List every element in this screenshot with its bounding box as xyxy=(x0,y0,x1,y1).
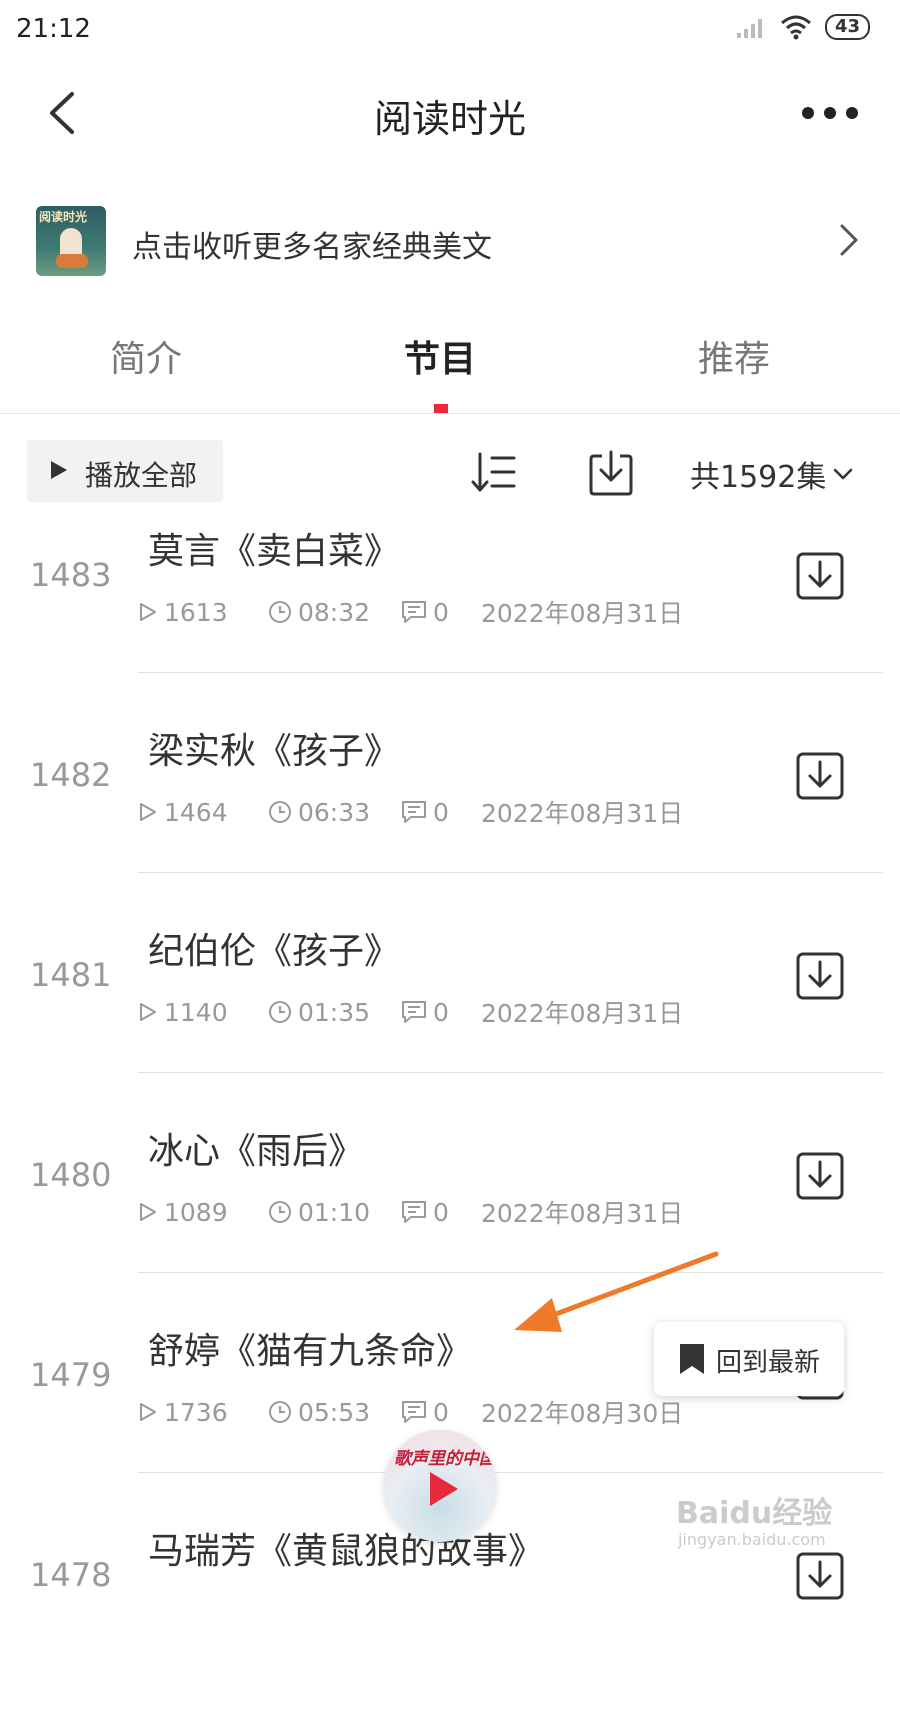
watermark-url: jingyan.baidu.com xyxy=(678,1530,826,1549)
tab-recommend[interactable]: 推荐 xyxy=(634,330,834,382)
episode-row[interactable]: 1481 纪伯伦《孩子》 1140 01:35 0 2022年08月31日 xyxy=(0,910,900,1110)
sort-icon[interactable] xyxy=(468,448,520,496)
play-count-icon xyxy=(140,1203,156,1221)
download-icon[interactable] xyxy=(796,752,844,800)
episode-index: 1482 xyxy=(30,756,112,794)
mini-player[interactable]: 歌声里的中国 xyxy=(384,1430,496,1542)
episode-index: 1479 xyxy=(30,1356,112,1394)
publish-date: 2022年08月31日 xyxy=(481,1199,684,1228)
episode-meta: 1140 01:35 0 2022年08月31日 xyxy=(138,994,683,1030)
publish-date: 2022年08月30日 xyxy=(481,1399,684,1428)
episode-meta: 1089 01:10 0 2022年08月31日 xyxy=(138,1194,683,1230)
status-time: 21:12 xyxy=(16,14,91,44)
mini-player-caption: 歌声里的中国 xyxy=(394,1449,496,1469)
clock-icon xyxy=(269,1401,291,1423)
episode-title[interactable]: 马瑞芳《黄鼠狼的故事》 xyxy=(148,1522,544,1574)
status-icons: 43 xyxy=(735,14,870,40)
clock-icon xyxy=(269,1001,291,1023)
bookmark-icon xyxy=(680,1344,704,1374)
play-all-label: 播放全部 xyxy=(85,459,198,492)
comment-icon xyxy=(402,1001,426,1023)
row-divider xyxy=(138,872,883,873)
play-count: 1464 xyxy=(164,797,228,827)
episode-meta: 1464 06:33 0 2022年08月31日 xyxy=(138,794,683,830)
row-divider xyxy=(138,1072,883,1073)
comment-count: 0 xyxy=(433,797,449,827)
promo-text: 点击收听更多名家经典美文 xyxy=(132,230,492,265)
download-icon[interactable] xyxy=(796,1552,844,1600)
episode-count-label: 共1592集 xyxy=(690,460,827,495)
episode-title[interactable]: 梁实秋《孩子》 xyxy=(148,722,400,774)
episode-count-dropdown[interactable]: 共1592集 xyxy=(690,452,854,496)
play-count: 1736 xyxy=(164,1397,228,1427)
signal-icon xyxy=(736,19,762,38)
duration: 01:10 xyxy=(298,1197,371,1227)
episode-row[interactable]: 1482 梁实秋《孩子》 1464 06:33 0 2022年08月31日 xyxy=(0,710,900,910)
episode-index: 1478 xyxy=(30,1556,112,1594)
episode-meta: 1613 08:32 0 2022年08月31日 xyxy=(138,594,683,630)
download-all-icon[interactable] xyxy=(588,448,634,496)
comment-icon xyxy=(402,801,426,823)
episode-title[interactable]: 纪伯伦《孩子》 xyxy=(148,922,400,974)
comment-count: 0 xyxy=(433,1397,449,1427)
duration: 08:32 xyxy=(298,597,371,627)
comment-count: 0 xyxy=(433,597,449,627)
thumbnail-figure-base xyxy=(56,254,88,268)
play-count: 1613 xyxy=(164,597,228,627)
clock-icon xyxy=(269,801,291,823)
episode-meta: 1736 05:53 0 2022年08月30日 xyxy=(138,1394,683,1430)
annotation-arrow xyxy=(514,1251,719,1332)
chevron-down-icon xyxy=(834,468,853,480)
watermark: Baidu经验 xyxy=(676,1496,833,1531)
play-count-icon xyxy=(140,1003,156,1021)
promo-thumbnail: 阅读时光 xyxy=(36,206,106,276)
play-icon xyxy=(51,461,67,479)
play-all-button[interactable]: 播放全部 xyxy=(27,440,223,502)
wifi-icon xyxy=(780,15,811,40)
comment-count: 0 xyxy=(433,1197,449,1227)
play-count: 1140 xyxy=(164,997,228,1027)
duration: 05:53 xyxy=(298,1397,371,1427)
comment-icon xyxy=(402,1401,426,1423)
promo-thumbnail-text: 阅读时光 xyxy=(39,210,88,224)
clock-icon xyxy=(269,1201,291,1223)
episode-title[interactable]: 舒婷《猫有九条命》 xyxy=(148,1322,472,1374)
promo-banner[interactable]: 阅读时光 点击收听更多名家经典美文 xyxy=(36,206,866,276)
play-count-icon xyxy=(140,803,156,821)
episode-title[interactable]: 冰心《雨后》 xyxy=(148,1122,364,1174)
row-divider xyxy=(138,672,883,673)
download-icon[interactable] xyxy=(796,952,844,1000)
tab-programs[interactable]: 节目 xyxy=(340,330,540,382)
tab-divider xyxy=(0,413,900,414)
row-divider xyxy=(138,1472,883,1473)
episode-row[interactable]: 1480 冰心《雨后》 1089 01:10 0 2022年08月31日 xyxy=(0,1110,900,1310)
publish-date: 2022年08月31日 xyxy=(481,799,684,828)
comment-icon xyxy=(402,601,426,623)
back-to-latest-label: 回到最新 xyxy=(716,1348,821,1378)
play-count-icon xyxy=(140,1403,156,1421)
publish-date: 2022年08月31日 xyxy=(481,999,684,1028)
clock-icon xyxy=(269,601,291,623)
play-count: 1089 xyxy=(164,1197,228,1227)
tab-intro[interactable]: 简介 xyxy=(46,330,246,382)
more-icon[interactable] xyxy=(800,100,860,126)
comment-count: 0 xyxy=(433,997,449,1027)
duration: 01:35 xyxy=(298,997,371,1027)
episode-index: 1481 xyxy=(30,956,112,994)
publish-date: 2022年08月31日 xyxy=(481,599,684,628)
chevron-right-icon xyxy=(840,224,858,256)
episode-title[interactable]: 莫言《卖白菜》 xyxy=(148,522,400,574)
episode-row[interactable]: 1483 莫言《卖白菜》 1613 08:32 0 2022年08月31日 xyxy=(0,510,900,710)
episode-index: 1480 xyxy=(30,1156,112,1194)
play-count-icon xyxy=(140,603,156,621)
duration: 06:33 xyxy=(298,797,371,827)
battery-icon: 43 xyxy=(824,14,870,40)
page-title: 阅读时光 xyxy=(373,97,526,141)
comment-icon xyxy=(402,1201,426,1223)
download-icon[interactable] xyxy=(796,1152,844,1200)
play-icon xyxy=(430,1472,458,1506)
download-icon[interactable] xyxy=(796,552,844,600)
episode-index: 1483 xyxy=(30,556,112,594)
